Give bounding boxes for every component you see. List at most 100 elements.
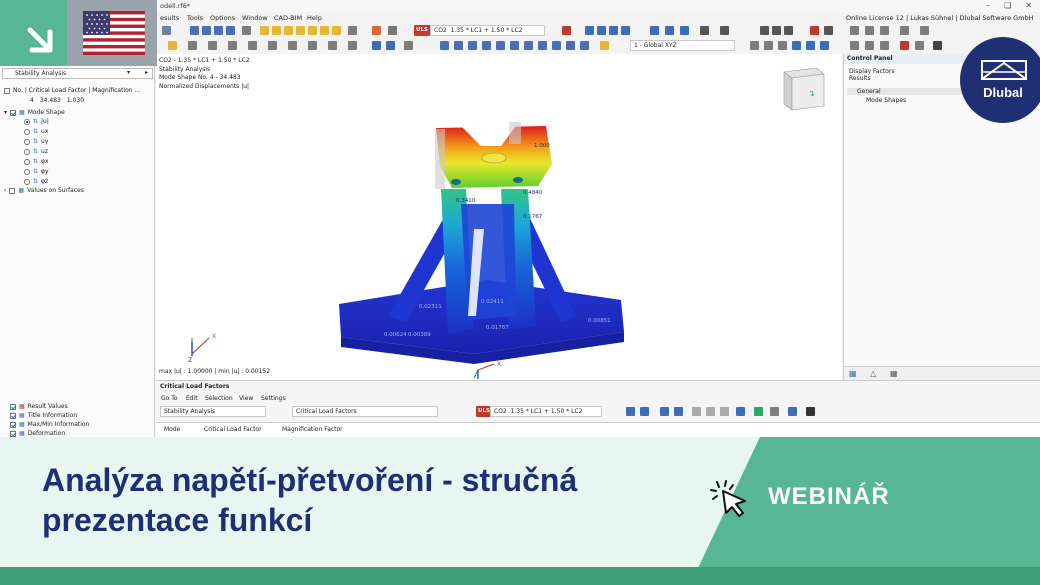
- tool-icon[interactable]: [784, 26, 793, 35]
- radio-button[interactable]: [24, 128, 30, 135]
- table-menu-edit[interactable]: Edit: [186, 395, 198, 402]
- tool-icon[interactable]: [372, 41, 381, 50]
- tool-icon[interactable]: [900, 26, 909, 35]
- language-flag[interactable]: [67, 0, 157, 66]
- model-icon[interactable]: [284, 26, 293, 35]
- menu-help[interactable]: Help: [307, 14, 322, 22]
- tab-icon[interactable]: ▦: [849, 369, 857, 378]
- checkbox[interactable]: [9, 187, 16, 194]
- tool-icon[interactable]: [552, 41, 561, 50]
- print-icon[interactable]: [242, 26, 251, 35]
- tool-icon[interactable]: [660, 407, 669, 416]
- table-select[interactable]: Critical Load Factors: [292, 406, 438, 417]
- view-icon[interactable]: [226, 26, 235, 35]
- mode-option[interactable]: ⇅ φz: [24, 177, 48, 186]
- mode-shape-toggle[interactable]: ▾ ▦ Mode Shape: [4, 108, 65, 117]
- tool-icon[interactable]: [388, 26, 397, 35]
- search-icon[interactable]: [806, 407, 815, 416]
- tool-icon[interactable]: [454, 41, 463, 50]
- mode-option[interactable]: ⇅ uz: [24, 147, 48, 156]
- tool-icon[interactable]: [920, 26, 929, 35]
- tool-icon[interactable]: [880, 41, 889, 50]
- radio-button[interactable]: [24, 158, 30, 165]
- tool-icon[interactable]: [750, 41, 759, 50]
- tool-icon[interactable]: [248, 41, 257, 50]
- model-rendering[interactable]: 1.000 0.4840 0.3410 0.1767 0.02311 0.024…: [156, 54, 842, 380]
- tool-icon[interactable]: [736, 407, 745, 416]
- tool-icon[interactable]: [778, 41, 787, 50]
- tool-icon[interactable]: [580, 41, 589, 50]
- tool-icon[interactable]: [482, 41, 491, 50]
- mode-option[interactable]: ⇅ |u|: [24, 117, 49, 126]
- model-icon[interactable]: [308, 26, 317, 35]
- tool-icon[interactable]: [933, 41, 942, 50]
- tool-icon[interactable]: [440, 41, 449, 50]
- tool-icon[interactable]: [764, 41, 773, 50]
- tool-icon[interactable]: [674, 407, 683, 416]
- results-icon[interactable]: [372, 26, 381, 35]
- tool-icon[interactable]: [386, 41, 395, 50]
- model-icon[interactable]: [320, 26, 329, 35]
- menu-options[interactable]: Options: [210, 14, 235, 22]
- menu-window[interactable]: Window: [242, 14, 268, 22]
- checkbox[interactable]: [10, 421, 16, 428]
- tool-icon[interactable]: [788, 407, 797, 416]
- 3d-viewport[interactable]: CO2 - 1.35 * LC1 + 1.50 * LC2 Stability …: [156, 54, 842, 380]
- view-icon[interactable]: [190, 26, 199, 35]
- tool-icon[interactable]: [760, 26, 769, 35]
- values-on-surfaces-toggle[interactable]: › ▦ Values on Surfaces: [4, 186, 84, 195]
- radio-button[interactable]: [24, 148, 30, 155]
- tool-icon[interactable]: [188, 41, 197, 50]
- tool-icon[interactable]: [566, 41, 575, 50]
- selected-mode-row[interactable]: 4 34.483 1.030: [30, 96, 84, 105]
- radio-button[interactable]: [24, 168, 30, 175]
- tool-icon[interactable]: [792, 41, 801, 50]
- checkbox[interactable]: [10, 412, 16, 419]
- tab-icon[interactable]: △: [870, 369, 876, 378]
- tool-icon[interactable]: [850, 41, 859, 50]
- menu-cad-bim[interactable]: CAD-BIM: [274, 14, 302, 22]
- tool-icon[interactable]: [915, 41, 924, 50]
- coordinate-system-select[interactable]: 1 - Global XYZ: [630, 40, 735, 51]
- tool-icon[interactable]: [208, 41, 217, 50]
- close-button[interactable]: ✕: [1025, 1, 1032, 10]
- mode-option[interactable]: ⇅ ux: [24, 127, 48, 136]
- tool-icon[interactable]: [597, 26, 606, 35]
- table-menu-view[interactable]: View: [239, 395, 253, 402]
- tool-icon[interactable]: [328, 41, 337, 50]
- deformation-item[interactable]: ▦ Deformation: [10, 429, 65, 437]
- checkbox[interactable]: [10, 430, 16, 437]
- minimize-button[interactable]: –: [986, 1, 990, 10]
- tab-icon[interactable]: ▦: [890, 369, 898, 378]
- tool-icon[interactable]: [700, 26, 709, 35]
- table-menu-selection[interactable]: Selection: [205, 395, 233, 402]
- tool-icon[interactable]: [288, 41, 297, 50]
- tool-icon[interactable]: [865, 41, 874, 50]
- view-icon[interactable]: [214, 26, 223, 35]
- tool-icon[interactable]: [880, 26, 889, 35]
- undo-icon[interactable]: [162, 26, 171, 35]
- title-information-item[interactable]: ▦ Title Information: [10, 411, 77, 420]
- mode-shapes-item[interactable]: Mode Shapes: [866, 97, 906, 104]
- tool-icon[interactable]: [562, 26, 571, 35]
- tool-icon[interactable]: [806, 41, 815, 50]
- tool-icon[interactable]: [621, 26, 630, 35]
- model-icon[interactable]: [332, 26, 341, 35]
- tool-icon[interactable]: [706, 407, 715, 416]
- tool-icon[interactable]: [692, 407, 701, 416]
- chevron-right-icon[interactable]: ›: [4, 187, 6, 194]
- tool-icon[interactable]: [850, 26, 859, 35]
- mode-option[interactable]: ⇅ φy: [24, 167, 49, 176]
- tool-icon[interactable]: [524, 41, 533, 50]
- analysis-type-select[interactable]: Stability Analysis: [160, 406, 266, 417]
- menu-results[interactable]: esults: [160, 14, 179, 22]
- tool-icon[interactable]: [824, 26, 833, 35]
- tool-icon[interactable]: [348, 26, 357, 35]
- checkbox[interactable]: [10, 109, 17, 116]
- tool-icon[interactable]: [468, 41, 477, 50]
- model-icon[interactable]: [296, 26, 305, 35]
- chevron-down-icon[interactable]: ▾: [4, 109, 7, 116]
- back-badge[interactable]: [0, 0, 67, 66]
- navigator-select[interactable]: Stability Analysis ▾ ▸: [2, 68, 153, 79]
- result-values-item[interactable]: ▦ Result Values: [10, 402, 68, 411]
